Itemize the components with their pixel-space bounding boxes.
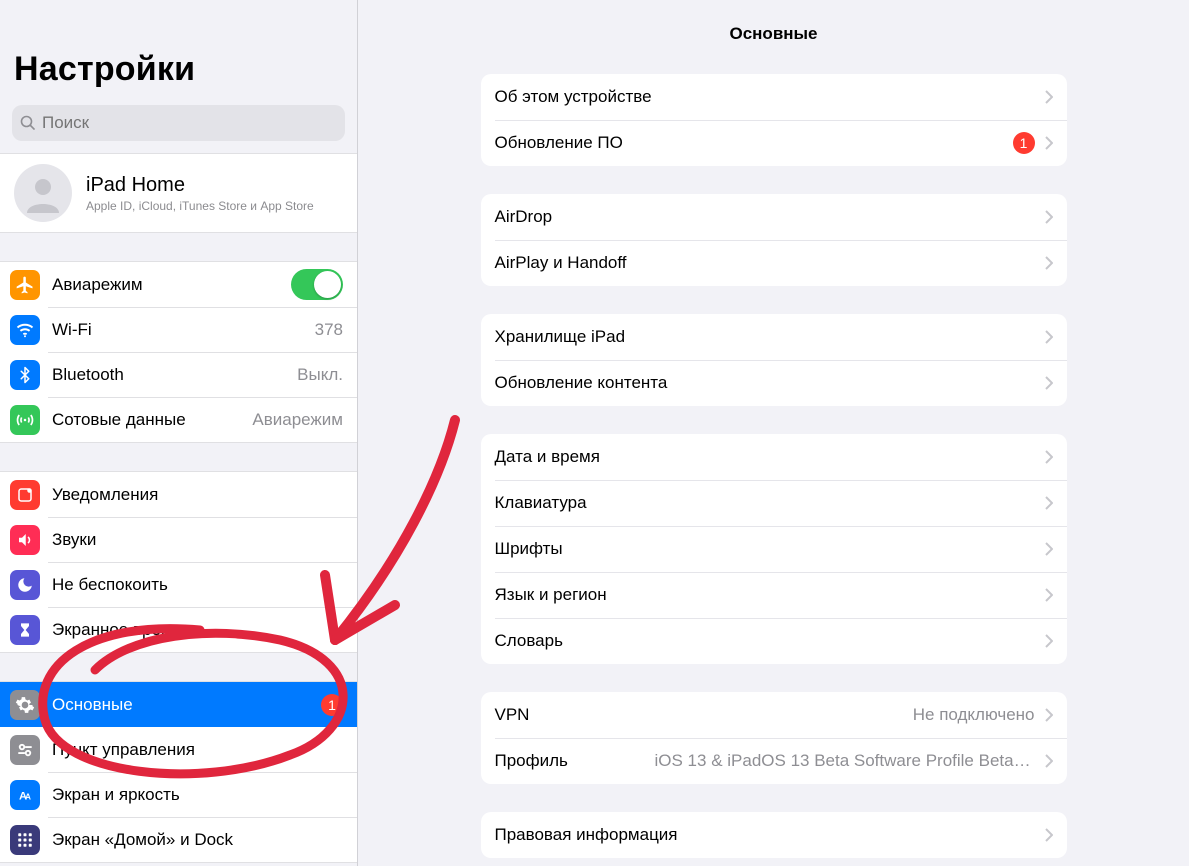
chevron-right-icon — [1045, 210, 1053, 224]
switches-icon — [10, 735, 40, 765]
airplane-toggle[interactable] — [291, 269, 343, 300]
chevron-right-icon — [1045, 330, 1053, 344]
sidebar: Настройки iPad Home Apple ID, iCloud, iT… — [0, 0, 358, 866]
detail-item-language[interactable]: Язык и регион — [481, 572, 1067, 618]
sidebar-item-screentime[interactable]: Экранное время — [0, 607, 357, 652]
detail-item-label: AirDrop — [495, 207, 1035, 227]
sidebar-item-label: Bluetooth — [52, 365, 297, 385]
antenna-icon — [10, 405, 40, 435]
detail-pane: Основные Об этом устройстве Обновление П… — [358, 0, 1189, 866]
detail-item-label: Язык и регион — [495, 585, 1035, 605]
chevron-right-icon — [1045, 542, 1053, 556]
chevron-right-icon — [1045, 754, 1053, 768]
settings-title: Настройки — [14, 50, 343, 89]
update-badge: 1 — [1013, 132, 1035, 154]
detail-item-dictionary[interactable]: Словарь — [481, 618, 1067, 664]
airplane-icon — [10, 270, 40, 300]
sidebar-item-label: Экран и яркость — [52, 785, 343, 805]
detail-item-airplay[interactable]: AirPlay и Handoff — [481, 240, 1067, 286]
detail-item-background-refresh[interactable]: Обновление контента — [481, 360, 1067, 406]
detail-item-label: Правовая информация — [495, 825, 1035, 845]
detail-item-label: Об этом устройстве — [495, 87, 1035, 107]
sidebar-item-label: Сотовые данные — [52, 410, 252, 430]
detail-item-label: AirPlay и Handoff — [495, 253, 1035, 273]
chevron-right-icon — [1045, 90, 1053, 104]
sidebar-item-label: Экран «Домой» и Dock — [52, 830, 343, 850]
detail-item-legal[interactable]: Правовая информация — [481, 812, 1067, 858]
detail-item-label: Словарь — [495, 631, 1035, 651]
sidebar-item-value: Выкл. — [297, 365, 343, 385]
chevron-right-icon — [1045, 496, 1053, 510]
sidebar-item-value: Авиарежим — [252, 410, 343, 430]
display-icon: AA — [10, 780, 40, 810]
account-name: iPad Home — [86, 174, 314, 197]
search-field[interactable] — [42, 113, 337, 133]
sidebar-item-label: Экранное время — [52, 620, 343, 640]
avatar — [14, 164, 72, 222]
sidebar-item-cellular[interactable]: Сотовые данные Авиарежим — [0, 397, 357, 442]
chevron-right-icon — [1045, 450, 1053, 464]
detail-item-label: Хранилище iPad — [495, 327, 1035, 347]
detail-title: Основные — [358, 0, 1189, 74]
detail-item-profile[interactable]: Профиль iOS 13 & iPadOS 13 Beta Software… — [481, 738, 1067, 784]
chevron-right-icon — [1045, 256, 1053, 270]
moon-icon — [10, 570, 40, 600]
detail-item-airdrop[interactable]: AirDrop — [481, 194, 1067, 240]
detail-item-label: Дата и время — [495, 447, 1035, 467]
sidebar-item-display[interactable]: AA Экран и яркость — [0, 772, 357, 817]
chevron-right-icon — [1045, 634, 1053, 648]
sidebar-item-controlcenter[interactable]: Пункт управления — [0, 727, 357, 772]
sidebar-item-wifi[interactable]: Wi-Fi 378 — [0, 307, 357, 352]
detail-item-storage[interactable]: Хранилище iPad — [481, 314, 1067, 360]
sidebar-item-label: Wi-Fi — [52, 320, 315, 340]
sounds-icon — [10, 525, 40, 555]
detail-item-value: Не подключено — [913, 705, 1035, 725]
sidebar-item-general[interactable]: Основные 1 — [0, 682, 357, 727]
sidebar-item-value: 378 — [315, 320, 343, 340]
detail-item-software-update[interactable]: Обновление ПО 1 — [481, 120, 1067, 166]
chevron-right-icon — [1045, 708, 1053, 722]
wifi-icon — [10, 315, 40, 345]
sidebar-item-bluetooth[interactable]: Bluetooth Выкл. — [0, 352, 357, 397]
detail-item-about[interactable]: Об этом устройстве — [481, 74, 1067, 120]
sidebar-item-sounds[interactable]: Звуки — [0, 517, 357, 562]
detail-item-value: iOS 13 & iPadOS 13 Beta Software Profile… — [655, 751, 1035, 771]
account-subtitle: Apple ID, iCloud, iTunes Store и App Sto… — [86, 199, 314, 213]
detail-item-datetime[interactable]: Дата и время — [481, 434, 1067, 480]
detail-item-label: Обновление контента — [495, 373, 1035, 393]
general-badge: 1 — [321, 694, 343, 716]
chevron-right-icon — [1045, 828, 1053, 842]
sidebar-item-notifications[interactable]: Уведомления — [0, 472, 357, 517]
chevron-right-icon — [1045, 376, 1053, 390]
detail-item-fonts[interactable]: Шрифты — [481, 526, 1067, 572]
detail-item-label: Клавиатура — [495, 493, 1035, 513]
detail-item-keyboard[interactable]: Клавиатура — [481, 480, 1067, 526]
sidebar-item-airplane[interactable]: Авиарежим — [0, 262, 357, 307]
sidebar-item-label: Авиарежим — [52, 275, 291, 295]
search-icon — [20, 115, 36, 131]
sidebar-item-label: Звуки — [52, 530, 343, 550]
chevron-right-icon — [1045, 588, 1053, 602]
notifications-icon — [10, 480, 40, 510]
bluetooth-icon — [10, 360, 40, 390]
apps-grid-icon — [10, 825, 40, 855]
chevron-right-icon — [1045, 136, 1053, 150]
detail-item-label: Профиль — [495, 751, 655, 771]
detail-item-vpn[interactable]: VPN Не подключено — [481, 692, 1067, 738]
sidebar-item-homescreen[interactable]: Экран «Домой» и Dock — [0, 817, 357, 862]
gear-icon — [10, 690, 40, 720]
svg-text:A: A — [25, 792, 31, 801]
detail-item-label: VPN — [495, 705, 913, 725]
search-input[interactable] — [12, 105, 345, 141]
sidebar-item-label: Не беспокоить — [52, 575, 343, 595]
detail-item-label: Шрифты — [495, 539, 1035, 559]
detail-item-label: Обновление ПО — [495, 133, 1013, 153]
account-row[interactable]: iPad Home Apple ID, iCloud, iTunes Store… — [0, 153, 357, 233]
hourglass-icon — [10, 615, 40, 645]
sidebar-item-dnd[interactable]: Не беспокоить — [0, 562, 357, 607]
sidebar-item-label: Пункт управления — [52, 740, 343, 760]
sidebar-item-label: Уведомления — [52, 485, 343, 505]
sidebar-item-label: Основные — [52, 695, 321, 715]
